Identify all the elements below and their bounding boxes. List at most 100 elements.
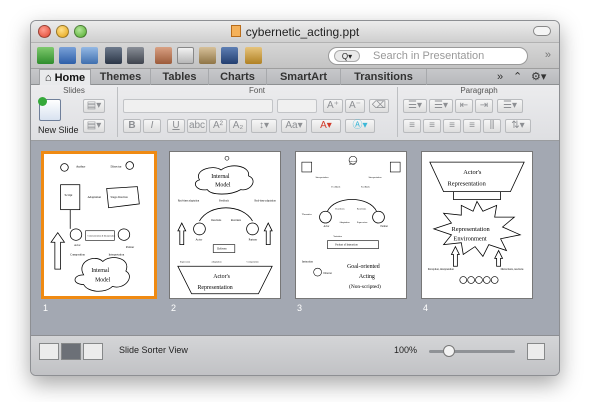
slide-3-label: Acting [359,274,375,280]
bullets-button[interactable]: ☰▾ [403,99,427,113]
new-presentation-icon[interactable] [37,47,54,64]
align-left-button[interactable]: ≡ [403,119,421,133]
print-icon[interactable] [127,47,144,64]
bold-button[interactable]: B [123,119,141,133]
zoom-slider[interactable] [429,350,515,353]
subscript-button[interactable]: A₂ [229,119,247,133]
standard-toolbar: Q▾ Search in Presentation » [31,43,559,69]
numbering-button[interactable]: ☰▾ [429,99,453,113]
undo-icon[interactable] [245,47,262,64]
strikethrough-button[interactable]: abc [187,119,207,133]
clear-formatting-button[interactable]: ⌫ [369,99,389,113]
toolbar-overflow-icon[interactable]: » [545,49,551,61]
collapse-ribbon-icon[interactable]: ⌃ [513,69,522,85]
slide-3-label: Adaptation [339,221,350,224]
fit-to-window-button[interactable] [527,343,545,360]
slide-2-label: Real-time adaptation [254,199,276,202]
section-button[interactable]: ▤▾ [83,119,105,133]
save-icon[interactable] [105,47,122,64]
slide-2-label: Expression [180,260,191,263]
slide-3-label: Reactions [357,207,366,210]
normal-view-button[interactable] [39,343,59,360]
slide-1-label: Stage direction [111,195,129,199]
tab-themes[interactable]: Themes [91,69,151,85]
search-options-icon[interactable]: Q▾ [334,50,360,62]
slide-thumbnail-1[interactable]: Author Director Script Adaptation Stage … [41,151,157,299]
zoom-slider-handle[interactable] [443,345,455,357]
increase-indent-button[interactable]: ⇥ [475,99,493,113]
tab-tables[interactable]: Tables [151,69,209,85]
slide-2-label: Representation [198,285,233,291]
font-color-button[interactable]: A▾ [311,119,341,133]
search-field[interactable]: Q▾ Search in Presentation [328,47,528,65]
slide-3-label: Goal-oriented [347,264,380,270]
columns-button[interactable]: ⫼ [483,119,501,133]
current-view-label: Slide Sorter View [119,345,188,355]
slide-1-label: Adaptation [87,195,101,199]
align-right-button[interactable]: ≡ [443,119,461,133]
slide-3-label: Feedback [361,186,371,189]
new-slide-button[interactable]: New Slide [38,125,79,135]
font-name-field[interactable] [123,99,273,113]
slide-sorter-view-button[interactable] [61,343,81,360]
text-effects-button[interactable]: Ⓐ▾ [345,119,375,133]
ribbon-settings-icon[interactable]: ⚙▾ [531,69,546,85]
tab-charts-label: Charts [220,71,255,83]
character-spacing-button[interactable]: ↕▾ [251,119,277,133]
slide-1-label: Author [76,164,86,168]
title-bar: cybernetic_acting.ppt [31,21,559,43]
slide-4-label: Environment [453,236,487,243]
line-spacing-button[interactable]: ☰▾ [497,99,523,113]
slide-3-label: Actor [324,225,330,228]
slide-thumbnail-2[interactable]: Internal Model Real-time adaptation Feed… [169,151,281,299]
decrease-indent-button[interactable]: ⇤ [455,99,473,113]
slide-sorter: Author Director Script Adaptation Stage … [31,141,559,335]
format-painter-icon[interactable] [221,47,238,64]
new-slide-plus-icon [38,97,47,106]
slide-show-view-button[interactable] [83,343,103,360]
justify-button[interactable]: ≡ [463,119,481,133]
slide-thumbnail-4[interactable]: Actor's Representation Representation En… [421,151,533,299]
zoom-level: 100% [394,345,418,355]
font-size-field[interactable] [277,99,317,113]
slide-1-label: Interpretation [109,253,125,257]
italic-button[interactable]: I [143,119,161,133]
open-icon[interactable] [81,47,98,64]
toolbar-toggle-button[interactable] [533,26,551,36]
tab-transitions-label: Transitions [354,71,413,83]
slide-2-label: Delivery [217,248,227,251]
search-placeholder: Search in Presentation [373,50,485,62]
ribbon-tabs: ⌂ Home Themes Tables Charts SmartArt Tra… [31,69,559,85]
slide-2-label: Model [215,183,231,189]
templates-icon[interactable] [59,47,76,64]
copy-icon[interactable] [177,47,194,64]
underline-button[interactable]: U [167,119,185,133]
change-case-button[interactable]: Aa▾ [281,119,307,133]
slide-3-label: Product of Interaction [335,244,358,247]
slide-4-label: Actor's [463,169,482,176]
more-tabs-icon[interactable]: » [497,69,503,85]
tab-smartart[interactable]: SmartArt [267,69,341,85]
slide-1-label: Actor [74,243,81,247]
slide-3-label: Variation [333,235,342,238]
slide-3-label: Reactions [335,207,344,210]
text-direction-button[interactable]: ⇅▾ [505,119,531,133]
grow-font-button[interactable]: A⁺ [323,99,343,113]
slide-1-label: Script [64,193,72,197]
layout-button[interactable]: ▤▾ [83,99,105,113]
slide-1-label: Director [111,164,123,168]
superscript-button[interactable]: A² [209,119,227,133]
paste-icon[interactable] [199,47,216,64]
align-center-button[interactable]: ≡ [423,119,441,133]
slide-4-label: Perception, interpretation [428,268,455,271]
slide-thumbnail-3[interactable]: Internal Model Interpretation Interpreta… [295,151,407,299]
slide-3-label: Model [349,163,355,166]
tab-charts[interactable]: Charts [209,69,267,85]
shrink-font-button[interactable]: A⁻ [345,99,365,113]
tab-home[interactable]: ⌂ Home [39,69,91,85]
font-group-header: Font [248,86,265,95]
slide-number-2: 2 [171,303,177,313]
slides-group-header: Slides [63,86,85,95]
tab-transitions[interactable]: Transitions [341,69,427,85]
cut-icon[interactable] [155,47,172,64]
